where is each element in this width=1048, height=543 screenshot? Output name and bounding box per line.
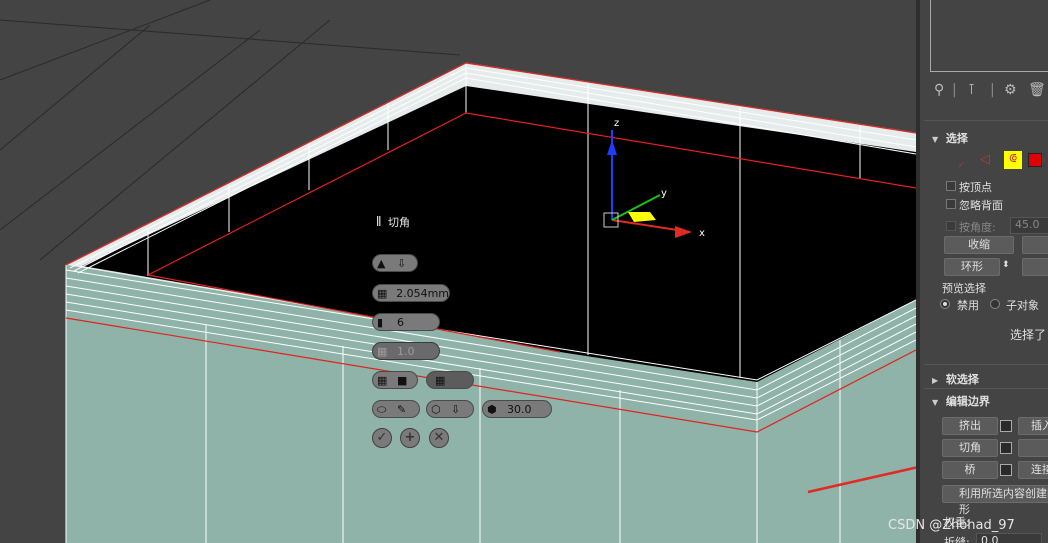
connect-button[interactable]: 连接 [1018, 461, 1048, 479]
open-chamfer-toggle[interactable]: ⬭ ✎ [372, 400, 420, 418]
preview-selection-label: 预览选择 [942, 282, 986, 295]
chamfer-button[interactable]: 切角 [942, 439, 998, 457]
extrude-settings-button[interactable] [1000, 420, 1012, 432]
smooth-type-dropdown[interactable]: ⬡ ⇩ [426, 400, 474, 418]
smooth-threshold-spinner[interactable]: ⬢ 30.0 [482, 400, 552, 418]
border-mode-icon[interactable]: ⟃ [1004, 151, 1022, 169]
edge-mode-icon[interactable]: ◁ [980, 152, 990, 167]
pin-stack-icon[interactable]: ⚲ [934, 82, 944, 100]
chamfer-type-dropdown[interactable]: ▲ ⇩ [372, 254, 418, 272]
chamfer-amount-spinner[interactable]: ▦ 2.054mm [372, 284, 450, 302]
collapse-icon: ▼ [932, 398, 939, 407]
chamfer-segments-value: 6 [397, 315, 404, 329]
by-angle-checkbox[interactable] [946, 221, 956, 231]
ring-spinner-icon[interactable]: ⬍ [1002, 260, 1010, 270]
selection-rollout-header[interactable]: ▼ 选择 [932, 130, 968, 146]
gizmo-z-label: z [614, 118, 619, 129]
preview-disabled-radio[interactable] [940, 299, 950, 309]
polygon-mode-icon[interactable] [1028, 153, 1042, 167]
crease-value[interactable]: 0.0 [976, 533, 1042, 543]
preview-subobject-radio[interactable] [990, 299, 1000, 309]
amount-icon: ▦ [377, 287, 388, 300]
bridge-button[interactable]: 桥 [942, 461, 998, 479]
modifier-stack-view[interactable] [930, 0, 1048, 72]
crease-label: 折缝: [944, 536, 970, 543]
square-icon: ■ [397, 373, 408, 387]
create-shape-from-selection-button[interactable]: 利用所选内容创建图形 [942, 485, 1048, 516]
remove-modifier-icon[interactable]: 🗑 [1028, 82, 1046, 100]
ok-button[interactable]: ✓ [372, 428, 392, 448]
grid-dark-icon: ▦ [435, 374, 446, 387]
command-panel: ⚲ | ⊺ | ⚙ 🗑 ▼ 选择 ⸝ ◁ ⟃ 按顶点 忽略背面 按角度: 45.… [916, 0, 1048, 543]
make-unique-icon[interactable]: ⚙ [1004, 82, 1017, 100]
collapse-icon: ▼ [932, 135, 939, 144]
tension-icon: ▦ [377, 345, 388, 358]
insert-vertex-button[interactable]: 插入 [1018, 417, 1048, 435]
apply-and-continue-button[interactable]: + [400, 428, 420, 448]
chevron-down-icon: ⇩ [451, 402, 461, 416]
expand-icon: ▶ [932, 376, 939, 385]
cube-smooth-icon: ⬢ [487, 403, 497, 416]
smooth-threshold-value: 30.0 [507, 402, 532, 416]
preview-disabled-label: 禁用 [957, 299, 979, 312]
perspective-viewport[interactable]: x y z ǁ 切角 ▲ ⇩ ▦ 2.054mm ▮ 6 ▦ 1.0 ▦ ■ ▦… [0, 0, 916, 543]
ring-button[interactable]: 环形 [944, 258, 1000, 276]
by-vertex-checkbox[interactable] [946, 181, 956, 191]
shrink-button[interactable]: 收缩 [944, 236, 1014, 254]
bridge-settings-button[interactable] [1000, 464, 1012, 476]
chamfer-tension-value: 1.0 [397, 344, 415, 358]
chamfer-settings-button[interactable] [1000, 442, 1012, 454]
separator-icon: | [990, 82, 995, 98]
ignore-backface-checkbox[interactable] [946, 199, 956, 209]
viewport-canvas[interactable]: x y z [0, 0, 916, 543]
show-end-result-icon[interactable]: ⊺ [968, 82, 975, 100]
soft-selection-rollout-header[interactable]: ▶ 软选择 [932, 371, 979, 387]
end-bias-toggle[interactable]: ▦ ■ [372, 371, 418, 389]
gizmo-x-label: x [699, 228, 705, 239]
chamfer-segments-spinner[interactable]: ▮ 6 [372, 313, 440, 331]
chamfer-amount-value: 2.054mm [396, 286, 449, 300]
chamfer-type-icon: ▲ [377, 257, 386, 270]
cancel-button[interactable]: ✕ [429, 428, 449, 448]
chevron-down-icon: ⇩ [397, 256, 407, 270]
by-angle-label: 按角度: [959, 221, 996, 234]
smooth-toggle[interactable]: ▦ [426, 371, 474, 389]
cube-icon: ⬡ [431, 403, 441, 416]
grid-icon: ▦ [377, 374, 388, 387]
separator-icon: | [952, 82, 957, 98]
caddy-title: 切角 [388, 216, 410, 229]
selection-status: 选择了 2 [1010, 328, 1048, 342]
caddy-drag-handle[interactable]: ǁ [376, 214, 381, 227]
segments-icon: ▮ [377, 316, 384, 329]
by-vertex-label: 按顶点 [959, 181, 992, 194]
pen-icon: ✎ [397, 402, 407, 416]
extrude-button[interactable]: 挤出 [942, 417, 998, 435]
watermark: CSDN @Zhohad_97 [888, 518, 1015, 533]
vertex-mode-icon[interactable]: ⸝ [958, 152, 965, 170]
edit-borders-rollout-header[interactable]: ▼ 编辑边界 [932, 393, 990, 409]
chamfer-tension-spinner[interactable]: ▦ 1.0 [372, 342, 440, 360]
preview-subobject-label: 子对象 [1006, 299, 1039, 312]
cylinder-icon: ⬭ [377, 403, 387, 416]
cap-button[interactable] [1018, 439, 1048, 457]
ignore-backface-label: 忽略背面 [959, 199, 1003, 212]
by-angle-value[interactable]: 45.0 [1010, 217, 1048, 234]
gizmo-y-label: y [661, 188, 667, 199]
grow-button[interactable] [1022, 236, 1048, 254]
loop-button[interactable] [1022, 258, 1048, 276]
